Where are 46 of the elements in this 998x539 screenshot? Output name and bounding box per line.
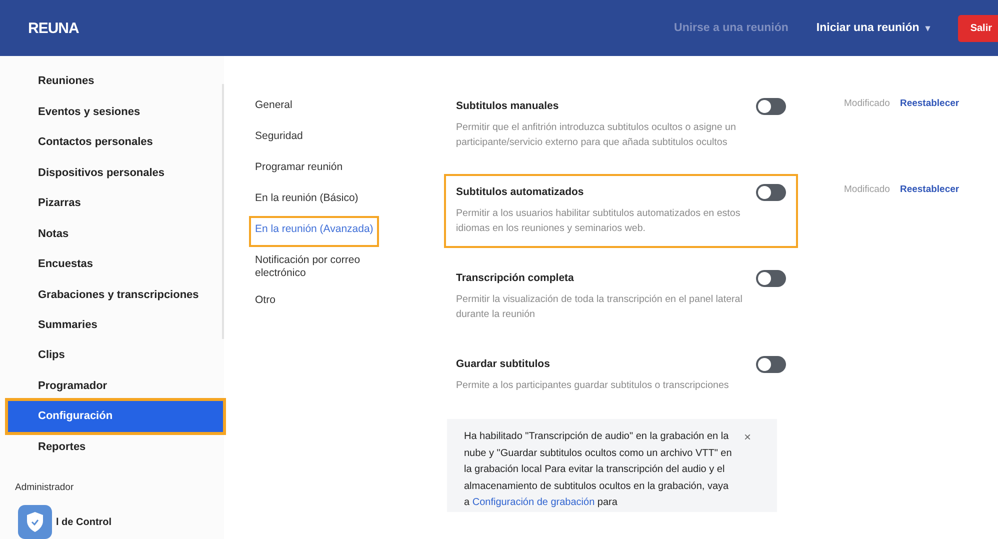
sidebar-item[interactable]: l de Control [56,516,112,528]
settings-nav-item[interactable]: Seguridad [251,125,383,152]
toggle-switch[interactable] [756,270,786,287]
setting-description: Permitir la visualización de toda la transcripción en el panel lateral durante la reunión [456,293,744,322]
reset-link[interactable]: Reestablecer [900,98,960,109]
exit-button[interactable]: Salir [958,14,998,42]
settings-nav-item[interactable]: En la reunión (Básico) [251,187,383,214]
sidebar-item[interactable]: Grabaciones y transcripciones [8,279,223,310]
sidebar-item[interactable]: Dispositivos personales [8,157,223,188]
setting-title: Subtitulos manuales [456,100,560,112]
menu-link[interactable]: Iniciar una reunión ▾ [816,22,930,34]
sidebar-item[interactable]: Reuniones [8,66,223,96]
sidebar-item[interactable]: Summaries [8,310,223,340]
close-icon[interactable]: × [744,431,752,512]
status-text: Modificado [844,184,890,195]
sidebar-item[interactable]: Eventos y sesiones [8,96,223,127]
logo: REUNA [28,20,79,36]
settings-nav-item[interactable]: Notificación por correo electrónico [251,249,383,285]
toggle-switch[interactable] [756,184,786,201]
sidebar-item[interactable]: Notas [8,218,223,249]
settings-nav-item[interactable]: Otro [251,289,383,316]
setting-title: Transcripción completa [456,272,575,284]
toggle-switch[interactable] [756,356,786,373]
settings-nav-item[interactable]: En la reunión (Avanzada) [251,218,378,245]
shield-icon[interactable] [18,505,52,539]
sidebar-item[interactable]: Contactos personales [8,126,223,158]
sidebar-item[interactable]: Pizarras [8,188,223,218]
reset-link[interactable]: Reestablecer [900,184,960,195]
sidebar-item[interactable]: Configuración [8,401,223,432]
caret-icon: ▾ [925,23,930,33]
toggle-switch[interactable] [756,98,786,115]
setting-title: Subtitulos automatizados [456,186,585,198]
sidebar-item[interactable]: Encuestas [8,248,223,280]
setting-title: Guardar subtitulos [456,358,551,370]
settings-nav-item[interactable]: Programar reunión [251,156,383,183]
notice-text: Ha habilitado "Transcripción de audio" en la grabación en la nube y "Guardar subtitulos ocultos como un archivo VTT" en la grabación local Para evitar la transcripción del audio y el almacenamiento de subtitulos ocultos en la grabación, vaya a Configuración de grabación para [464,430,733,510]
section-label: Administrador [14,481,75,496]
settings-nav-item[interactable]: General [251,94,383,121]
setting-description: Permite a los participantes guardar subtitulos o transcripciones [456,379,730,393]
sidebar-item[interactable]: Programador [8,370,223,402]
sidebar-item[interactable]: Clips [8,340,223,371]
sidebar-item[interactable]: Reportes [8,432,223,462]
setting-description: Permitir a los usuarios habilitar subtitulos automatizados en estos idiomas en los reuniones y seminarios web. [456,207,742,236]
settings-link[interactable]: Configuración de grabación [472,497,595,508]
status-text: Modificado [844,98,890,109]
setting-description: Permitir que el anfitrión introduzca subtitulos ocultos o asigne un participante/servicio externo para que añada subtitulos ocultos [456,121,737,150]
